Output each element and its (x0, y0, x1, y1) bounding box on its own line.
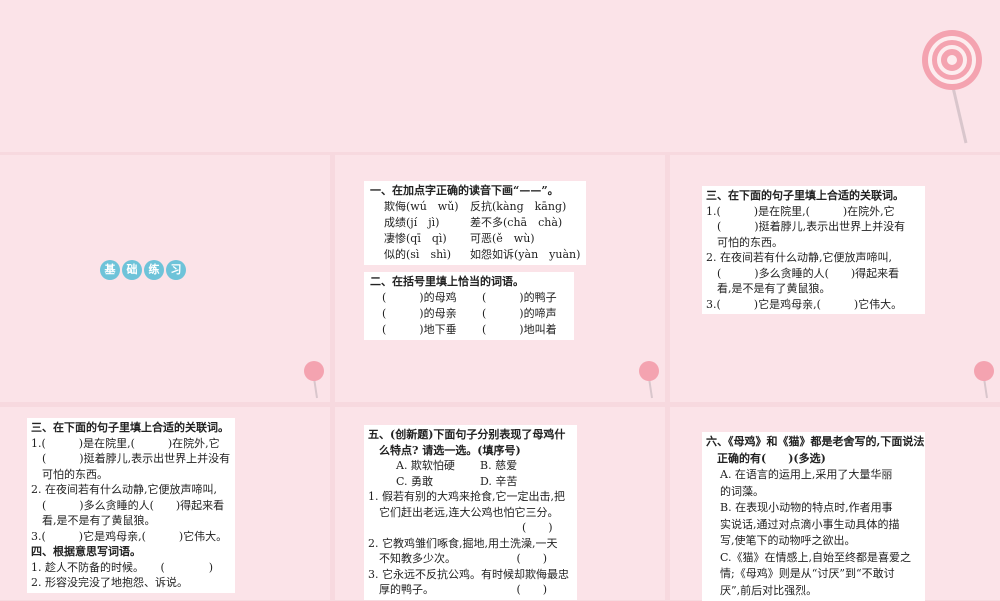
question-line: 看,是不是有了黄鼠狼。 (31, 514, 156, 527)
question-title: 么特点? 请选一选。(填序号) (368, 443, 521, 457)
blank-item: ( )的鸭子 (482, 291, 557, 304)
question-line: ( )多么贪睡的人( )得起来看 (706, 266, 900, 280)
pinyin-item: 如怨如诉(yàn yuàn) (470, 248, 581, 261)
question-title: 三、在下面的句子里填上合适的关联词。 (31, 421, 229, 434)
question-line: ( )多么贪睡的人( )得起来看 (31, 498, 225, 512)
lollipop-icon (922, 30, 982, 144)
question-line: 的词藻。 (720, 484, 764, 498)
question-line: 1.( )是在院里,( )在院外,它 (31, 436, 220, 450)
question-line: A. 在语言的运用上,采用了大量华丽 (720, 468, 893, 481)
blank-item: ( )的啼声 (482, 307, 557, 320)
tag-char: 练 (144, 260, 164, 280)
option-item: A. 欺软怕硬 (396, 459, 455, 472)
question-line: ( )挺着脖儿,表示出世界上并没有 (31, 452, 231, 465)
question-title: 四、根据意思写词语。 (31, 545, 141, 558)
pinyin-item: 欺侮(wú wǔ) (384, 200, 459, 213)
lollipop-icon (304, 361, 324, 399)
question-line: 可怕的东西。 (31, 467, 108, 481)
option-item: D. 辛苦 (480, 474, 518, 488)
lollipop-icon (974, 361, 994, 399)
question-line: B. 在表现小动物的特点时,作者用事 (720, 501, 893, 514)
pinyin-item: 似的(sì shì) (384, 248, 451, 261)
question-line: 写,使笔下的动物呼之欲出。 (720, 534, 856, 547)
question-line: 2. 它教鸡雏们啄食,掘地,用土洗澡,一天 (368, 536, 558, 550)
question-line: ( ) (368, 521, 553, 534)
pinyin-item: 可恶(ě wù) (470, 232, 535, 245)
question-6-card: 六、《母鸡》和《猫》都是老舍写的,下面说法 正确的有( )(多选) A. 在语言… (702, 432, 925, 601)
pinyin-item: 成绩(jí jì) (384, 216, 440, 229)
question-line: 可怕的东西。 (706, 235, 783, 249)
blank-item: ( )地叫着 (482, 323, 557, 336)
question-line: 2. 在夜间若有什么动静,它便放声啼叫, (31, 483, 217, 496)
lollipop-icon (639, 361, 659, 399)
question-line: 1.( )是在院里,( )在院外,它 (706, 204, 895, 218)
option-item: C. 勇敢 (396, 474, 434, 488)
question-title: 六、《母鸡》和《猫》都是老舍写的,下面说法 (706, 435, 925, 448)
pinyin-item: 凄惨(qī qì) (384, 232, 447, 245)
question-line: 实说话,通过对点滴小事生动具体的描 (720, 517, 900, 531)
question-5-card: 五、(创新题)下面句子分别表现了母鸡什 么特点? 请选一选。(填序号) A. 欺… (364, 425, 577, 600)
pinyin-item: 差不多(chā chà) (470, 216, 563, 229)
question-title: 一、在加点字正确的读音下画“——”。 (370, 184, 559, 197)
question-line: 不知教多少次。 ( ) (368, 552, 548, 565)
option-item: B. 慈爱 (480, 459, 518, 472)
tag-char: 础 (122, 260, 142, 280)
tag-char: 基 (100, 260, 120, 280)
question-line: 看,是不是有了黄鼠狼。 (706, 282, 831, 295)
question-3-4-card: 三、在下面的句子里填上合适的关联词。 1.( )是在院里,( )在院外,它 ( … (27, 418, 235, 593)
question-title: 二、在括号里填上恰当的词语。 (370, 275, 524, 288)
question-line: 3.( )它是鸡母亲,( )它伟大。 (706, 297, 903, 311)
question-line: 1. 趁人不防备的时候。 ( ) (31, 560, 214, 574)
tag-char: 习 (166, 260, 186, 280)
question-line: 3.( )它是鸡母亲,( )它伟大。 (31, 529, 228, 543)
question-title: 三、在下面的句子里填上合适的关联词。 (706, 189, 904, 202)
question-line: 情;《母鸡》则是从“讨厌”到“不敢讨 (720, 567, 895, 580)
question-line: 1. 假若有别的大鸡来抢食,它一定出击,把 (368, 490, 565, 503)
question-line: 2. 在夜间若有什么动静,它便放声啼叫, (706, 251, 892, 264)
blank-item: ( )的母鸡 (382, 291, 457, 304)
blank-item: ( )地下垂 (382, 323, 457, 336)
question-line: C.《猫》在情感上,自始至终都是喜爱之 (720, 550, 912, 564)
question-1-card: 一、在加点字正确的读音下画“——”。 欺侮(wú wǔ) 反抗(kàng kāng… (364, 181, 586, 265)
question-line: 3. 它永远不反抗公鸡。有时候却欺侮最忠 (368, 567, 569, 581)
question-line: 厚的鸭子。 ( ) (368, 583, 548, 596)
question-2-card: 二、在括号里填上恰当的词语。 ( )的母鸡 ( )的鸭子 ( )的母亲 ( )的啼声… (364, 272, 574, 340)
question-line: 2. 形容没完没了地抱怨、诉说。 (31, 576, 188, 589)
question-line: ( )挺着脖儿,表示出世界上并没有 (706, 220, 906, 233)
question-title: 五、(创新题)下面句子分别表现了母鸡什 (368, 428, 566, 441)
blank-item: ( )的母亲 (382, 307, 457, 320)
question-3-card: 三、在下面的句子里填上合适的关联词。 1.( )是在院里,( )在院外,它 ( … (702, 186, 925, 314)
pinyin-item: 反抗(kàng kāng) (470, 200, 567, 213)
question-line: 它们赶出老远,连大公鸡也怕它三分。 (368, 505, 559, 519)
title-slide (0, 0, 1000, 152)
question-line: 厌”,前后对比强烈。 (720, 583, 818, 597)
section-tag-basic-practice: 基础练习 (100, 258, 188, 280)
question-title: 正确的有( )(多选) (706, 451, 826, 465)
